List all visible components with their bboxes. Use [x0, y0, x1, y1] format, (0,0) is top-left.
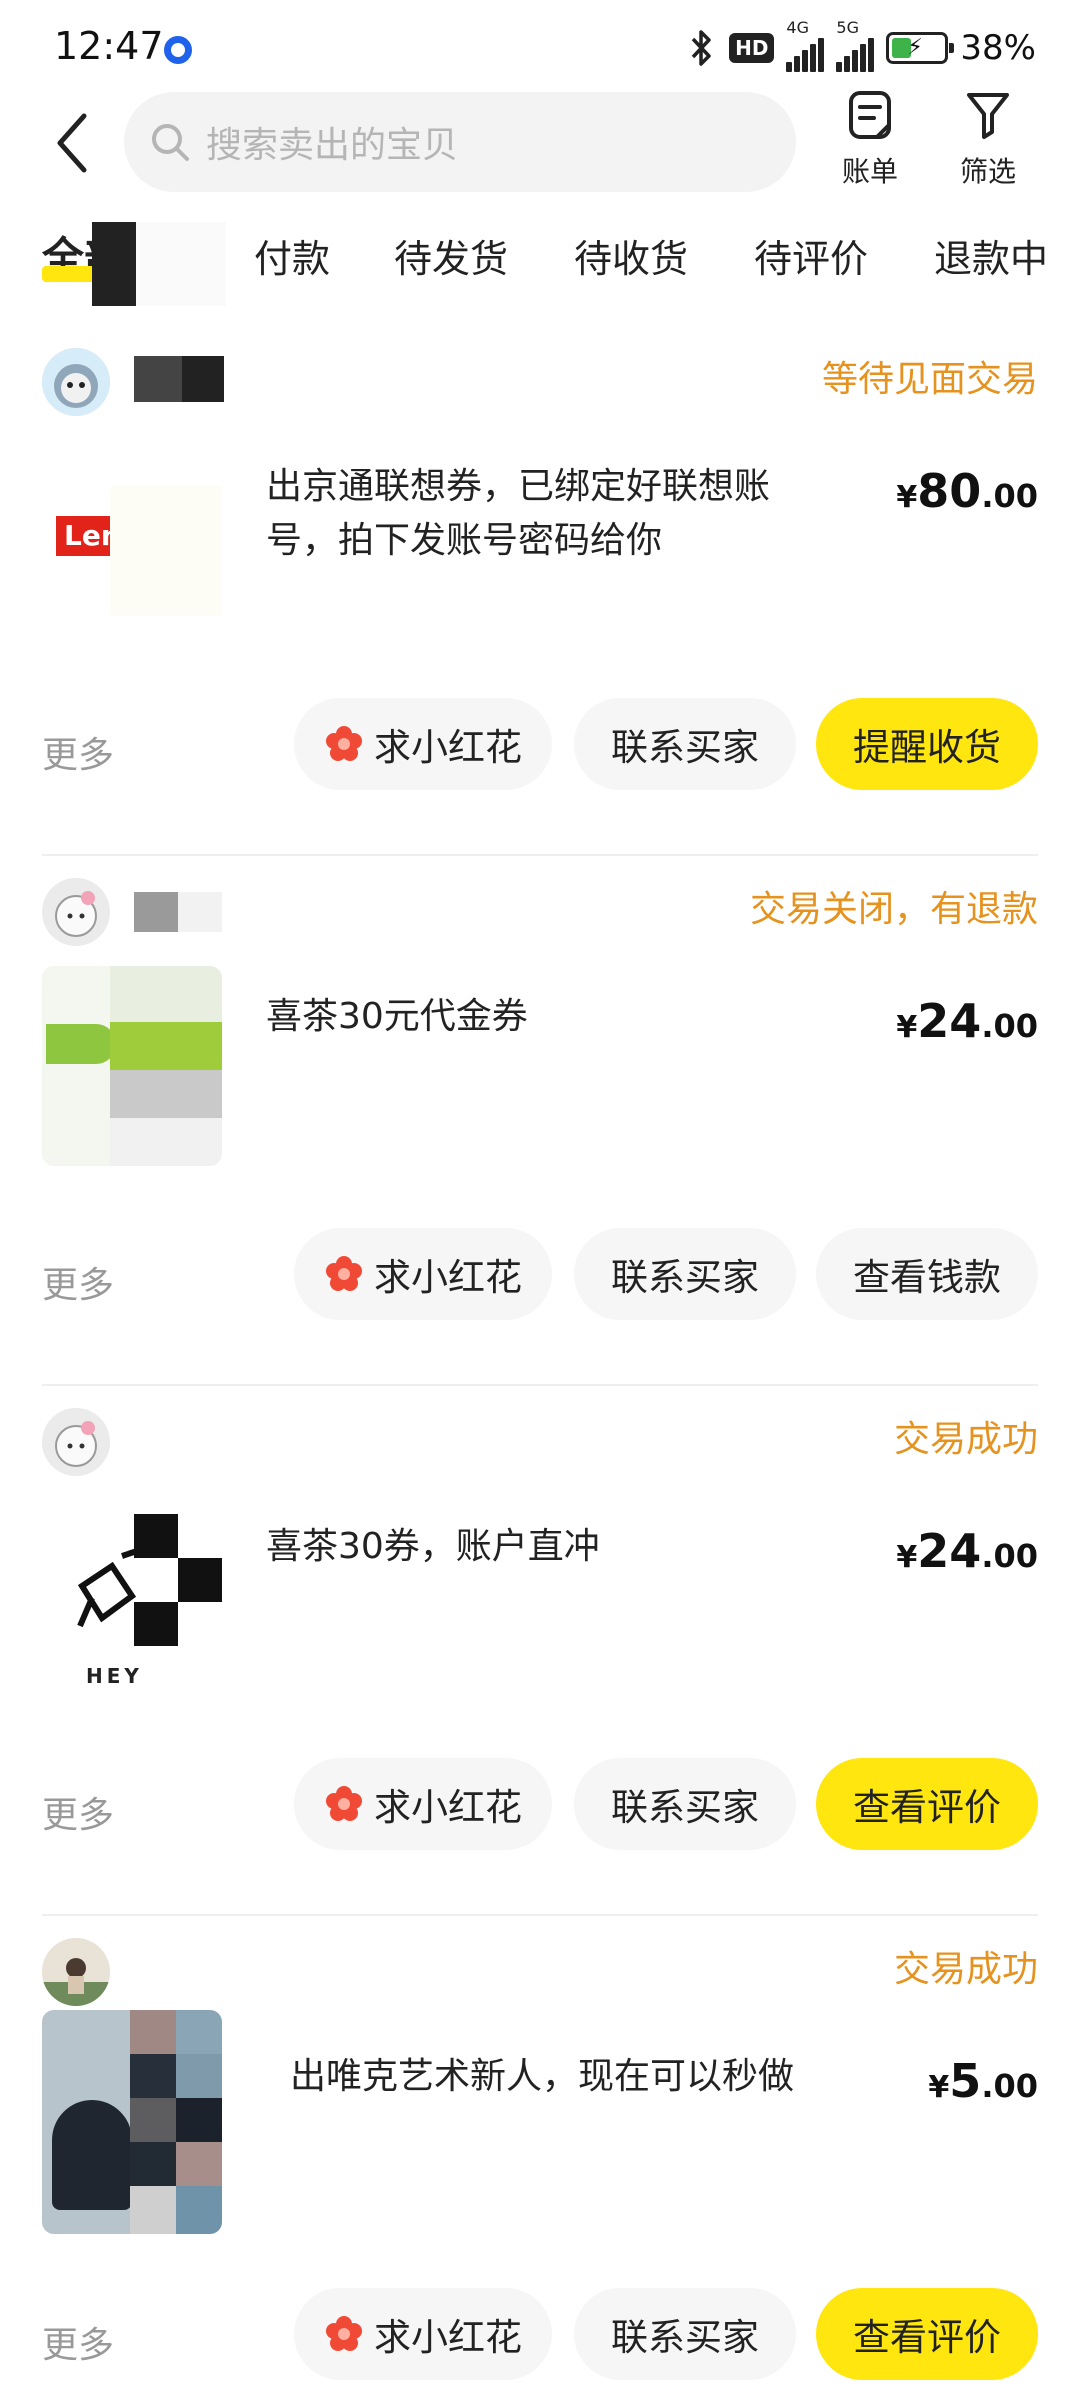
tab-pending-payment[interactable]: 付款: [254, 228, 330, 283]
search-input[interactable]: 搜索卖出的宝贝: [124, 92, 796, 192]
order-status: 交易关闭，有退款: [749, 889, 1038, 930]
hd-voice-badge: HD: [729, 33, 775, 63]
status-time: 12:47: [54, 24, 164, 68]
mosaic-block: [182, 356, 224, 402]
bill-button[interactable]: 账单: [828, 90, 912, 190]
mosaic-block: [130, 2054, 176, 2098]
mosaic-block: [136, 222, 226, 306]
search-icon: [152, 124, 189, 161]
order-status: 等待见面交易: [821, 359, 1038, 400]
heytea-logo-text: HEY: [86, 1664, 143, 1688]
mosaic-block: [134, 356, 182, 402]
buyer-avatar[interactable]: [42, 1938, 110, 2006]
request-flower-button[interactable]: 求小红花: [294, 1228, 552, 1320]
chevron-left-icon: [57, 113, 87, 173]
signal-5g-icon: 5G: [836, 18, 875, 72]
view-review-button[interactable]: 查看评价: [816, 1758, 1038, 1850]
buyer-avatar[interactable]: [42, 878, 110, 946]
mosaic-block: [176, 2098, 222, 2142]
mosaic-block: [134, 1514, 178, 1558]
red-flower-icon: [326, 1256, 362, 1291]
order-price: ¥24.00: [896, 1524, 1038, 1578]
contact-buyer-button[interactable]: 联系买家: [574, 1228, 796, 1320]
contact-buyer-button[interactable]: 联系买家: [574, 1758, 796, 1850]
view-payment-button[interactable]: 查看钱款: [816, 1228, 1038, 1320]
red-flower-icon: [326, 726, 362, 761]
battery-icon: ⚡: [886, 32, 955, 64]
more-button[interactable]: 更多: [42, 2316, 114, 2368]
mosaic-block: [110, 966, 222, 1022]
request-flower-button[interactable]: 求小红花: [294, 2288, 552, 2380]
red-flower-icon: [326, 2316, 362, 2351]
mosaic-block: [110, 1118, 222, 1166]
order-card[interactable]: 交易关闭，有退款 喜茶30元代金券 ¥24.00 更多 求小红花 联系买家 查看…: [0, 856, 1080, 1386]
bill-label: 账单: [841, 155, 898, 188]
mosaic-block: [176, 2010, 222, 2054]
product-title[interactable]: 喜茶30元代金券: [266, 990, 826, 1044]
mosaic-block: [130, 2098, 176, 2142]
order-price: ¥5.00: [928, 2054, 1038, 2108]
buyer-avatar[interactable]: [42, 1408, 110, 1476]
mosaic-block: [178, 1514, 222, 1558]
mosaic-block: [134, 1602, 178, 1646]
more-button[interactable]: 更多: [42, 1786, 114, 1838]
app-notification-icon: [164, 36, 192, 64]
mosaic-block: [176, 2054, 222, 2098]
order-price: ¥80.00: [896, 464, 1038, 518]
status-icons: HD 4G 5G ⚡ 38%: [687, 18, 1036, 72]
view-review-button[interactable]: 查看评价: [816, 2288, 1038, 2380]
mosaic-block: [110, 1070, 222, 1118]
mosaic-block: [178, 1558, 222, 1602]
order-card[interactable]: 交易成功 HEY 喜茶30券，账户直冲 ¥24.00 更多 求小红花 联系买家 …: [0, 1386, 1080, 1916]
filter-label: 筛选: [959, 155, 1016, 188]
contact-buyer-button[interactable]: 联系买家: [574, 2288, 796, 2380]
product-thumbnail[interactable]: [42, 966, 222, 1166]
product-thumbnail[interactable]: HEY: [42, 1496, 222, 1696]
tab-refunding[interactable]: 退款中: [934, 228, 1048, 283]
mosaic-block: [130, 2010, 176, 2054]
red-flower-icon: [326, 1786, 362, 1821]
bluetooth-icon: [691, 30, 711, 66]
filter-icon: [967, 93, 1009, 139]
mosaic-block: [178, 892, 222, 932]
product-title[interactable]: 出京通联想券，已绑定好联想账号，拍下发账号密码给你: [266, 460, 826, 568]
search-placeholder: 搜索卖出的宝贝: [206, 125, 459, 166]
request-flower-button[interactable]: 求小红花: [294, 1758, 552, 1850]
product-title[interactable]: 喜茶30券，账户直冲: [266, 1520, 826, 1574]
mosaic-block: [110, 486, 222, 616]
contact-buyer-button[interactable]: 联系买家: [574, 698, 796, 790]
battery-percent: 38%: [960, 28, 1036, 68]
mosaic-block: [130, 2142, 176, 2186]
order-price: ¥24.00: [896, 994, 1038, 1048]
product-thumbnail[interactable]: [42, 2010, 222, 2234]
product-thumbnail[interactable]: Lenovo: [42, 446, 222, 626]
more-button[interactable]: 更多: [42, 726, 114, 778]
product-title[interactable]: 出唯克艺术新人，现在可以秒做: [290, 2050, 850, 2104]
tab-to-review[interactable]: 待评价: [754, 228, 868, 283]
buyer-avatar[interactable]: [42, 348, 110, 416]
remind-receipt-button[interactable]: 提醒收货: [816, 698, 1038, 790]
mosaic-block: [92, 222, 136, 306]
mosaic-block: [110, 1022, 222, 1070]
back-button[interactable]: [44, 108, 100, 178]
mosaic-block: [134, 892, 178, 932]
more-button[interactable]: 更多: [42, 1256, 114, 1308]
mosaic-block: [176, 2142, 222, 2186]
filter-button[interactable]: 筛选: [946, 90, 1030, 190]
header: 搜索卖出的宝贝 账单 筛选: [0, 88, 1080, 198]
tab-to-ship[interactable]: 待发货: [394, 228, 508, 283]
mosaic-block: [176, 2186, 222, 2234]
order-status: 交易成功: [893, 1949, 1038, 1990]
order-status: 交易成功: [893, 1419, 1038, 1460]
bill-icon: [849, 91, 891, 139]
status-bar: 12:47 HD 4G 5G ⚡ 38%: [0, 0, 1080, 96]
order-card[interactable]: 交易成功 出唯克艺术新人，现在可以秒做 ¥5.00 更多 求小红花 联系买家 查…: [0, 1916, 1080, 2400]
mosaic-block: [130, 2186, 176, 2234]
request-flower-button[interactable]: 求小红花: [294, 698, 552, 790]
tab-to-receive[interactable]: 待收货: [574, 228, 688, 283]
order-card[interactable]: 等待见面交易 Lenovo 出京通联想券，已绑定好联想账号，拍下发账号密码给你 …: [0, 326, 1080, 856]
signal-4g-icon: 4G: [786, 18, 825, 72]
